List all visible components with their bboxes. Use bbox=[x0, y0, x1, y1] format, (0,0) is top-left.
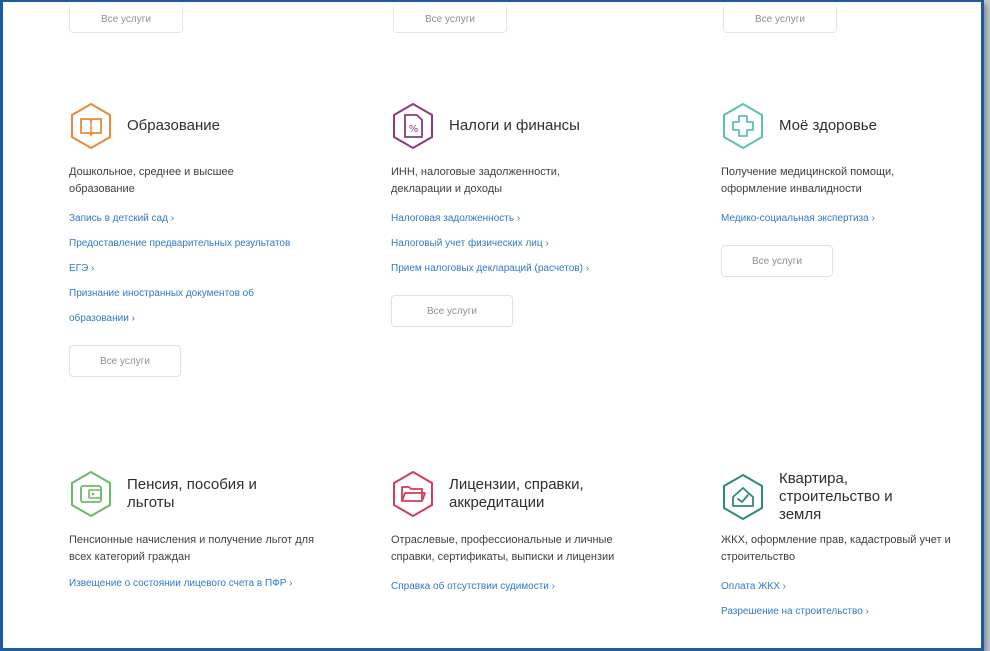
service-link[interactable]: Предоставление предварительных результат… bbox=[69, 231, 299, 281]
category-description: Получение медицинской помощи, оформление… bbox=[721, 166, 895, 195]
category-licenses: Лицензии, справки, аккредитации Отраслев… bbox=[391, 470, 661, 599]
svg-text:%: % bbox=[409, 124, 419, 135]
service-link[interactable]: Справка об отсутствии судимости › bbox=[391, 574, 661, 599]
all-services-button-3[interactable]: Все услуги bbox=[723, 6, 837, 33]
service-link[interactable]: Налоговый учет физических лиц › bbox=[391, 231, 671, 256]
category-description: Пенсионные начисления и получение льгот … bbox=[69, 534, 315, 563]
category-title[interactable]: Налоги и финансы bbox=[449, 117, 580, 135]
folder-icon bbox=[393, 470, 433, 518]
category-title[interactable]: Пенсия, пособия и льготы bbox=[127, 476, 287, 512]
category-description: Дошкольное, среднее и высшее образование bbox=[69, 166, 234, 195]
all-services-button-2[interactable]: Все услуги bbox=[393, 6, 507, 33]
category-health: Моё здоровье Получение медицинской помощ… bbox=[721, 102, 971, 277]
service-link[interactable]: Налоговая задолженность › bbox=[391, 206, 671, 231]
category-pension: Пенсия, пособия и льготы Пенсионные начи… bbox=[69, 470, 329, 594]
category-taxes: % Налоги и финансы ИНН, налоговые задолж… bbox=[391, 102, 671, 327]
service-link[interactable]: Разрешение на строительство › bbox=[721, 599, 971, 624]
service-link[interactable]: Оплата ЖКХ › bbox=[721, 574, 971, 599]
house-check-icon bbox=[723, 473, 763, 521]
service-link[interactable]: Прием налоговых деклараций (расчетов) › bbox=[391, 256, 671, 281]
category-housing: Квартира, строительство и земля ЖКХ, офо… bbox=[721, 470, 971, 624]
category-title[interactable]: Моё здоровье bbox=[779, 117, 877, 135]
category-description: ЖКХ, оформление прав, кадастровый учет и… bbox=[721, 534, 951, 563]
category-description: Отраслевые, профессиональные и личные сп… bbox=[391, 534, 615, 563]
all-services-button[interactable]: Все услуги bbox=[391, 295, 513, 327]
category-title[interactable]: Образование bbox=[127, 117, 220, 135]
all-services-button[interactable]: Все услуги bbox=[721, 245, 833, 277]
wallet-icon bbox=[71, 470, 111, 518]
category-description: ИНН, налоговые задолженности, декларации… bbox=[391, 166, 560, 195]
category-title[interactable]: Квартира, строительство и земля bbox=[779, 470, 909, 524]
all-services-button[interactable]: Все услуги bbox=[69, 345, 181, 377]
service-link[interactable]: Медико-социальная экспертиза › bbox=[721, 206, 971, 231]
category-education: Образование Дошкольное, среднее и высшее… bbox=[69, 102, 319, 377]
category-title[interactable]: Лицензии, справки, аккредитации bbox=[449, 476, 629, 512]
book-icon bbox=[71, 102, 111, 150]
medical-cross-icon bbox=[723, 102, 763, 150]
services-panel: Все услуги Все услуги Все услуги Образов… bbox=[0, 0, 984, 651]
service-link[interactable]: Извещение о состоянии лицевого счета в П… bbox=[69, 574, 319, 594]
service-link[interactable]: Признание иностранных документов об обра… bbox=[69, 281, 309, 331]
tax-document-icon: % bbox=[393, 102, 433, 150]
service-link[interactable]: Запись в детский сад › bbox=[69, 206, 319, 231]
all-services-button-1[interactable]: Все услуги bbox=[69, 6, 183, 33]
